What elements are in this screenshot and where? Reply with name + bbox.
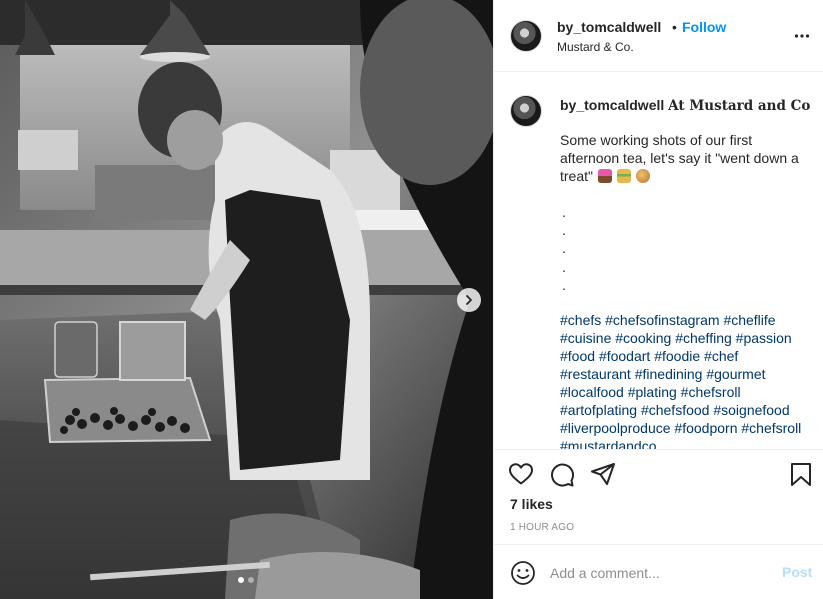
caption-header: by_tomcaldwell At Mustard and Co [560,97,810,114]
carousel-dot-active [238,577,244,583]
hashtag-link[interactable]: #cheflife [723,312,775,328]
separator-dot: • [672,19,677,35]
caption-avatar[interactable] [510,95,542,127]
hashtag-link[interactable]: #plating [628,384,677,400]
caption-section: by_tomcaldwell At Mustard and Co Some wo… [494,73,823,449]
hashtag-link[interactable]: #chefsroll [681,384,741,400]
hashtag-link[interactable]: #foodporn [674,420,737,436]
bullet: . [562,204,566,220]
chevron-right-icon [463,294,475,306]
add-comment-bar: Post [494,544,823,599]
hashtag-link[interactable]: #liverpoolproduce [560,420,671,436]
carousel-dot [248,577,254,583]
comment-icon[interactable] [549,462,575,492]
post-side-panel: by_tomcaldwell • Follow Mustard & Co. by… [493,0,823,599]
hashtag-link[interactable]: #chefs [560,312,601,328]
likes-count[interactable]: 7 likes [510,496,553,512]
hashtag-link[interactable]: #chefsroll [741,420,801,436]
caption-body-text: Some working shots of our first afternoo… [560,132,799,184]
sandwich-emoji [616,169,631,183]
location-link[interactable]: Mustard & Co. [557,40,634,54]
kitchen-photo-illustration [0,0,493,599]
caption-location-text: At Mustard and Co [668,98,811,114]
hashtag-list: #chefs #chefsofinstagram #cheflife #cuis… [560,311,812,449]
hashtag-link[interactable]: #artofplating [560,402,637,418]
hashtag-link[interactable]: #localfood [560,384,624,400]
croissant-emoji [635,169,650,183]
post-timestamp[interactable]: 1 HOUR AGO [510,522,574,533]
avatar[interactable] [510,20,542,52]
carousel-next-button[interactable] [457,288,481,312]
hashtag-link[interactable]: #cuisine [560,330,611,346]
caption-text: Some working shots of our first afternoo… [560,131,810,185]
follow-button[interactable]: Follow [682,19,726,35]
hashtag-link[interactable]: #chefsfood [641,402,710,418]
smiley-icon[interactable] [510,560,536,591]
bookmark-icon[interactable] [790,462,812,492]
hashtag-link[interactable]: #gourmet [706,366,765,382]
hashtag-link[interactable]: #restaurant [560,366,631,382]
username-link[interactable]: by_tomcaldwell [557,19,661,35]
bullet: . [562,258,566,275]
cupcake-emoji [597,169,612,183]
share-icon[interactable] [590,462,616,491]
bullet: . [562,240,566,257]
hashtag-link[interactable]: #finedining [635,366,703,382]
hashtag-link[interactable]: #food [560,348,595,364]
caption-username-link[interactable]: by_tomcaldwell [560,97,664,113]
carousel-indicator [238,577,254,583]
hashtag-link[interactable]: #mustardandco [560,438,657,449]
post-photo[interactable] [0,0,493,599]
post-actions: 7 likes 1 HOUR AGO [494,449,823,544]
more-horizontal-icon[interactable] [794,28,810,49]
heart-icon[interactable] [508,462,534,491]
comment-input[interactable] [550,563,760,583]
post-comment-button[interactable]: Post [782,564,812,580]
hashtag-link[interactable]: #foodart [599,348,650,364]
bullet: . [562,276,566,293]
hashtag-link[interactable]: #foodie [654,348,700,364]
caption-bullet-list: . . . . . [562,203,566,294]
hashtag-link[interactable]: #soignefood [713,402,789,418]
hashtag-link[interactable]: #chefsofinstagram [605,312,719,328]
hashtag-link[interactable]: #passion [736,330,792,346]
hashtag-link[interactable]: #cooking [615,330,671,346]
hashtag-link[interactable]: #chef [704,348,738,364]
post-header: by_tomcaldwell • Follow Mustard & Co. [494,0,823,72]
hashtag-link[interactable]: #cheffing [675,330,732,346]
bullet: . [562,222,566,239]
